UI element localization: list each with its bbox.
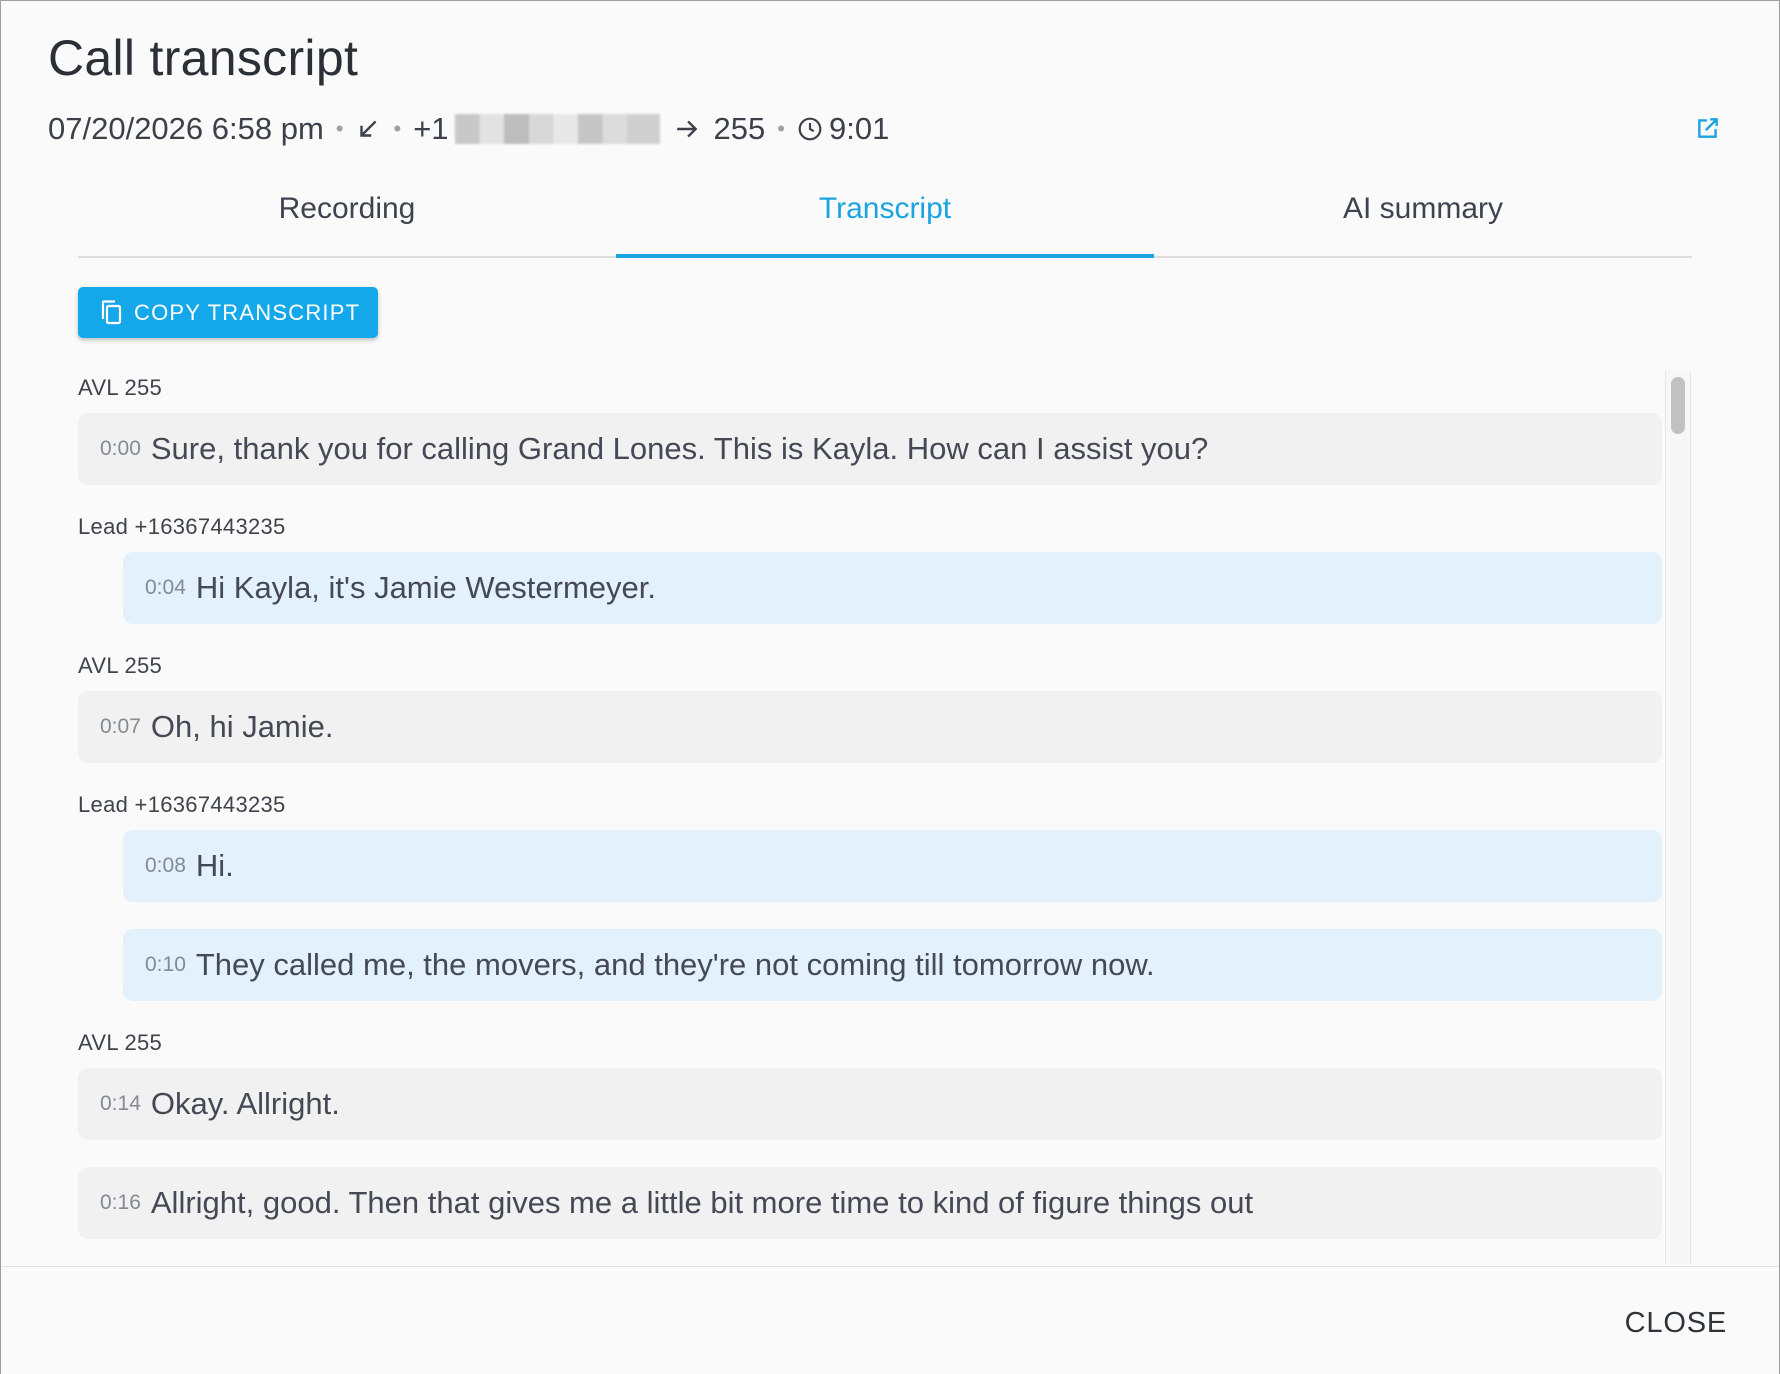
clock-icon (797, 116, 823, 142)
copy-transcript-button[interactable]: COPY TRANSCRIPT (78, 287, 378, 338)
message-text: Sure, thank you for calling Grand Lones.… (150, 431, 1209, 466)
speaker-label: Lead +16367443235 (78, 514, 286, 539)
open-in-new-icon[interactable] (1693, 113, 1723, 143)
transcript-message: 0:07 Oh, hi Jamie. (78, 691, 1662, 763)
call-duration: 9:01 (828, 111, 890, 146)
redacted-phone-number (454, 114, 660, 144)
message-text: Okay. Allright. (150, 1086, 340, 1121)
message-timestamp[interactable]: 0:04 (145, 576, 186, 600)
close-button[interactable]: CLOSE (1625, 1307, 1727, 1340)
message-text: They called me, the movers, and they're … (195, 947, 1155, 982)
message-timestamp[interactable]: 0:08 (145, 854, 186, 878)
caller-prefix: +1 (413, 111, 449, 146)
message-timestamp[interactable]: 0:07 (100, 715, 141, 739)
transcript-message: 0:00 Sure, thank you for calling Grand L… (78, 413, 1662, 485)
message-timestamp[interactable]: 0:10 (145, 953, 186, 977)
arrow-right-icon (674, 116, 700, 142)
transcript-message: 0:16 Allright, good. Then that gives me … (78, 1167, 1662, 1239)
tab-bar: Recording Transcript AI summary (78, 179, 1692, 258)
meta-separator: • (393, 116, 402, 141)
dialog-title: Call transcript (48, 30, 359, 86)
tab-recording[interactable]: Recording (78, 179, 616, 256)
speaker-label: AVL 255 (78, 1030, 163, 1055)
transcript-list[interactable]: AVL 255 0:00 Sure, thank you for calling… (78, 371, 1662, 1264)
message-timestamp[interactable]: 0:00 (100, 437, 141, 461)
transcript-message: 0:10 They called me, the movers, and the… (123, 929, 1662, 1001)
message-timestamp[interactable]: 0:16 (100, 1191, 141, 1215)
speaker-label: AVL 255 (78, 653, 163, 678)
call-destination: 255 (713, 111, 766, 146)
tab-ai-summary[interactable]: AI summary (1154, 179, 1692, 256)
call-meta: 07/20/2026 6:58 pm • • +1 255 • 9:01 (48, 107, 889, 151)
message-text: Hi. (195, 848, 234, 883)
scrollbar-thumb[interactable] (1671, 377, 1685, 434)
transcript-scrollbar[interactable] (1665, 371, 1691, 1264)
dialog-footer: CLOSE (1, 1266, 1779, 1374)
meta-separator: • (335, 116, 344, 141)
transcript-message: 0:14 Okay. Allright. (78, 1068, 1662, 1140)
copy-icon (100, 299, 124, 327)
call-transcript-dialog: Call transcript 07/20/2026 6:58 pm • • +… (0, 0, 1780, 1374)
message-text: Allright, good. Then that gives me a lit… (150, 1185, 1254, 1220)
speaker-label: Lead +16367443235 (78, 792, 286, 817)
message-timestamp[interactable]: 0:14 (100, 1092, 141, 1116)
message-text: Oh, hi Jamie. (150, 709, 334, 744)
incoming-call-arrow-icon (355, 116, 381, 142)
transcript-message: 0:04 Hi Kayla, it's Jamie Westermeyer. (123, 552, 1662, 624)
meta-separator: • (777, 116, 785, 141)
tab-transcript[interactable]: Transcript (616, 179, 1154, 258)
message-text: Hi Kayla, it's Jamie Westermeyer. (195, 570, 657, 605)
speaker-label: AVL 255 (78, 375, 163, 400)
copy-transcript-label: COPY TRANSCRIPT (134, 299, 361, 325)
call-datetime: 07/20/2026 6:58 pm (48, 111, 324, 146)
transcript-message: 0:08 Hi. (123, 830, 1662, 902)
